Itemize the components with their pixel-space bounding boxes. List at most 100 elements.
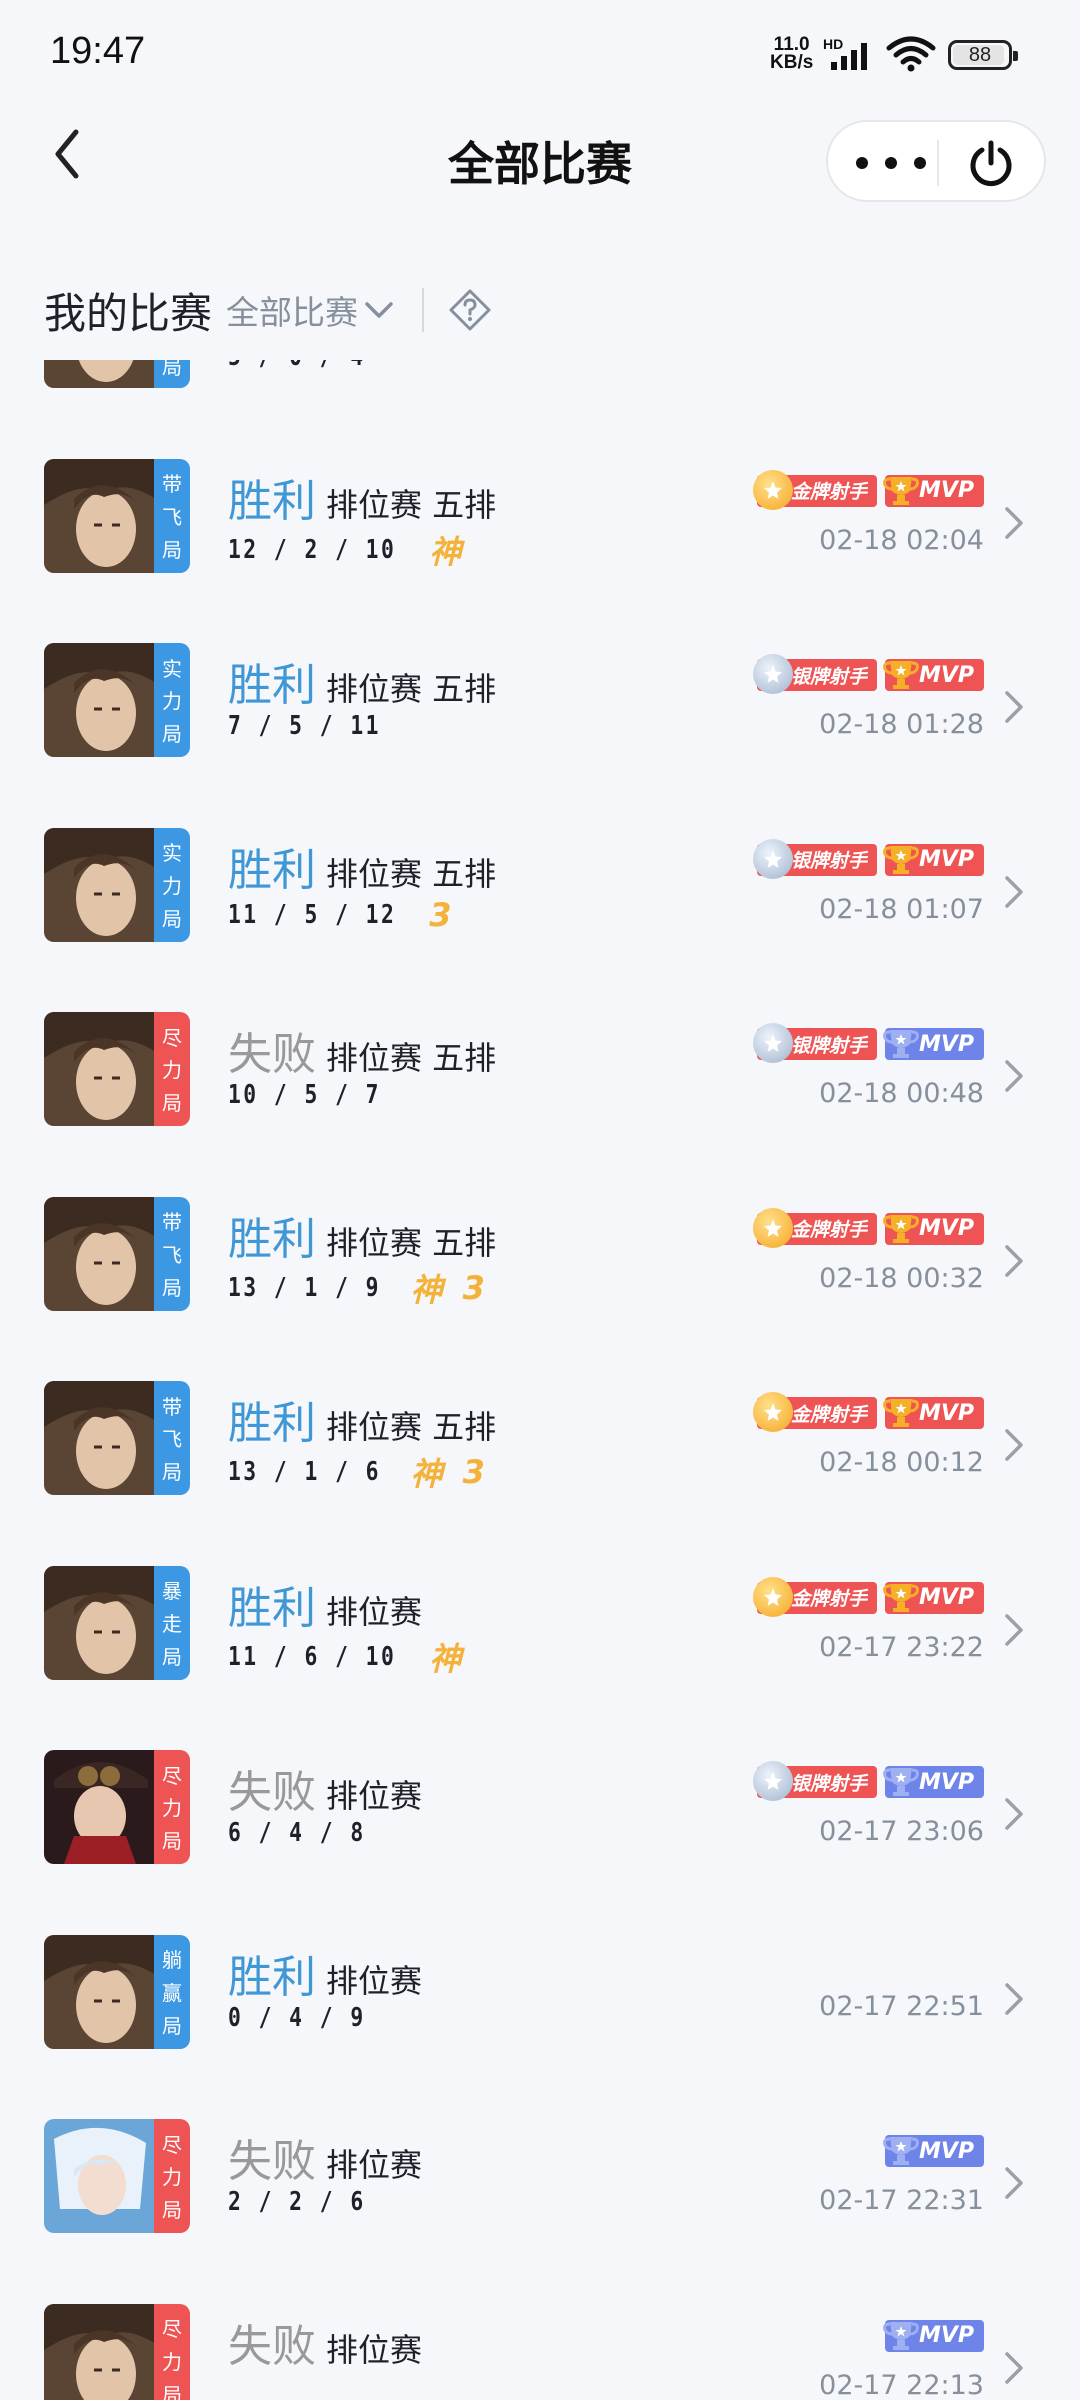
badges: 银牌射手 MVP [749,1761,984,1802]
hero-avatar: 尽力局 [44,1750,190,1864]
rating-tag-char: 躺 [162,1948,182,1973]
mvp-badge: MVP [883,2135,984,2167]
match-row[interactable]: 躺赢局 胜利 排位赛 0 / 4 / 9 02-17 22:51 [0,1901,1080,2086]
result-line: 失败 排位赛 [228,2125,422,2189]
shooter-rank-label: 银牌射手 [790,665,867,688]
match-row[interactable]: 带飞局 胜利 排位赛 五排 13 / 1 / 6 神3 金牌射手 MVP 02-1… [0,1347,1080,1532]
match-result: 失败 [228,1767,316,1818]
shooter-rank-badge: 银牌射手 [752,838,877,879]
help-icon[interactable] [448,288,492,332]
kda-line: 5 / 0 / 4 [228,360,396,372]
rating-tag-char: 暴 [162,1579,182,1604]
mvp-badge: MVP [883,1766,984,1798]
match-result: 失败 [228,2320,316,2372]
match-result: 胜利 [228,475,316,527]
chevron-right-icon [1005,1429,1023,1461]
match-list-content: 局 5 / 0 / 4 02-18 02:26 带飞局 胜利 排位赛 五排 12… [0,360,1080,2400]
trophy-icon [881,1023,921,1063]
kda: 13 / 1 / 9 [228,1272,381,1303]
hero-avatar: 尽力局 [44,2119,190,2233]
kda: 0 / 4 / 9 [228,2002,366,2033]
match-rating-tag: 带飞局 [154,1196,190,1311]
rating-tag-char: 力 [162,2349,182,2374]
rating-tag-char: 力 [162,873,182,898]
match-rating-tag: 尽力局 [154,2303,190,2400]
signal-icon [831,43,867,70]
trophy-icon [881,470,921,510]
rating-tag-char: 飞 [162,1427,182,1452]
battery-level: 88 [968,43,992,66]
more-dot [856,157,868,169]
match-rating-tag: 带飞局 [154,1381,190,1495]
match-row[interactable]: 尽力局 失败 排位赛 五排 10 / 5 / 7 银牌射手 MVP 02-18 0… [0,978,1080,1163]
rating-tag-char: 局 [162,360,182,379]
network-speed-unit: KB/s [770,52,814,73]
mini-program-capsule [826,120,1046,202]
match-row[interactable]: 带飞局 胜利 排位赛 五排 12 / 2 / 10 神 金牌射手 MVP 02-1… [0,425,1080,610]
godlike-badge: 神 [410,1270,445,1309]
hero-portrait [44,2303,156,2400]
medal-icon [752,1576,793,1617]
match-row[interactable]: 实力局 胜利 排位赛 五排 11 / 5 / 12 3 银牌射手 MVP 02-1… [0,794,1080,979]
kda: 5 / 0 / 4 [228,360,366,372]
badges: 银牌射手 MVP [749,838,984,880]
match-rating-tag: 实力局 [154,643,190,757]
result-line: 胜利 排位赛 五排 [228,1387,496,1451]
medal-icon [752,1207,793,1248]
match-time: 02-18 02:26 [819,360,984,361]
match-time: 02-17 23:22 [819,1631,984,1663]
match-type-dropdown[interactable]: 全部比赛 [226,286,394,334]
match-mode: 排位赛 五排 [326,854,497,893]
mvp-label: MVP [918,2323,974,2348]
power-icon[interactable] [966,138,1016,188]
shooter-rank-label: 金牌射手 [790,481,867,503]
badges: 金牌射手 MVP [749,1392,984,1433]
match-rating-tag: 带飞局 [154,458,190,573]
match-row[interactable]: 局 5 / 0 / 4 02-18 02:26 [0,360,1080,425]
match-row[interactable]: 尽力局 失败 排位赛 2 / 2 / 6 MVP 02-17 22:31 [0,2085,1080,2270]
shooter-rank-label: 银牌射手 [790,1034,867,1057]
rating-tag-char: 实 [162,841,182,866]
shooter-rank-badge: 银牌射手 [752,1023,877,1063]
match-time: 02-18 00:12 [819,1447,984,1478]
match-row[interactable]: 实力局 胜利 排位赛 五排 7 / 5 / 11 银牌射手 MVP 02-18 0… [0,609,1080,794]
chevron-right-icon [1005,1244,1023,1277]
kda: 7 / 5 / 11 [228,711,381,741]
chevron-right-icon [1005,1060,1023,1092]
trophy-icon [881,839,921,879]
mvp-label: MVP [918,1769,974,1795]
status-time: 19:47 [50,30,146,72]
rating-tag-char: 力 [162,1058,182,1083]
result-line: 胜利 排位赛 五排 [228,465,496,529]
medal-icon [752,1761,793,1801]
match-result: 胜利 [228,844,316,896]
triple-kill-badge: 3 [462,1268,487,1307]
match-row[interactable]: 带飞局 胜利 排位赛 五排 13 / 1 / 9 神3 金牌射手 MVP 02-1… [0,1163,1080,1348]
hero-avatar: 带飞局 [44,458,190,573]
hero-avatar: 带飞局 [44,1381,190,1495]
hero-portrait [44,643,156,757]
rating-tag-char: 局 [162,1091,182,1116]
match-rating-tag: 局 [154,360,190,388]
kda-line: 2 / 2 / 6 [228,2187,396,2217]
hero-portrait [44,1565,156,1680]
badges: 金牌射手 MVP [749,1207,984,1249]
kda: 12 / 2 / 10 [228,534,397,565]
kda-line: 11 / 5 / 12 3 [228,896,453,934]
trophy-icon [881,1577,921,1617]
match-row[interactable]: 尽力局 失败 排位赛 MVP 02-17 22:13 [0,2270,1080,2400]
chevron-right-icon [1005,2351,1023,2384]
chevron-right-icon [1005,1982,1023,2015]
match-row[interactable]: 尽力局 失败 排位赛 6 / 4 / 8 银牌射手 MVP 02-17 23:06 [0,1716,1080,1901]
match-rating-tag: 实力局 [154,827,190,942]
shooter-rank-label: 银牌射手 [790,1772,867,1795]
kda: 11 / 6 / 10 [228,1641,397,1672]
mvp-badge: MVP [883,474,984,507]
kda: 10 / 5 / 7 [228,1080,381,1110]
kda-line: 13 / 1 / 9 神3 [228,1265,487,1311]
more-button[interactable] [856,144,926,182]
match-row[interactable]: 暴走局 胜利 排位赛 11 / 6 / 10 神 金牌射手 MVP 02-17 2… [0,1532,1080,1717]
match-time: 02-18 01:28 [819,709,984,740]
hero-portrait [44,1196,156,1311]
rating-tag-char: 赢 [162,1980,182,2005]
